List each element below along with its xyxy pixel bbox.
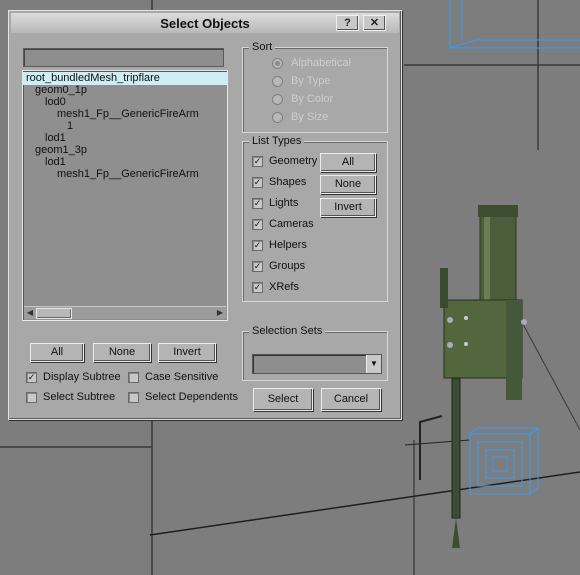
cancel-button[interactable]: Cancel (321, 388, 381, 411)
checkbox-box[interactable]: ✓ (26, 372, 37, 383)
checkbox-label: Select Subtree (43, 391, 116, 403)
radio-button[interactable] (272, 94, 283, 105)
list-invert-button[interactable]: Invert (158, 343, 216, 362)
model-bolt (464, 316, 468, 320)
checkbox-box[interactable]: ✓ (252, 198, 263, 209)
list-type-label: Helpers (269, 239, 307, 251)
sort-option-radio[interactable]: Alphabetical (272, 56, 351, 71)
list-type-checkbox[interactable]: ✓ Groups (252, 259, 305, 274)
model-bolt (521, 319, 527, 325)
helper-cube (469, 427, 539, 495)
case-sensitive-checkbox[interactable]: Case Sensitive (128, 370, 218, 385)
list-type-label: Shapes (269, 176, 307, 188)
list-type-label: Geometry (269, 155, 318, 167)
scroll-left-arrow-icon[interactable]: ◀ (25, 308, 35, 318)
list-type-label: XRefs (269, 281, 299, 293)
sort-option-label: By Color (291, 93, 334, 105)
radio-button[interactable] (272, 112, 283, 123)
list-type-label: Lights (269, 197, 299, 209)
close-button[interactable]: ✕ (363, 15, 386, 31)
tripflare-model (419, 205, 527, 548)
list-all-button[interactable]: All (30, 343, 84, 362)
checkbox-label: Case Sensitive (145, 371, 219, 383)
types-none-button[interactable]: None (320, 175, 376, 194)
select-objects-dialog: Select Objects ? ✕ root_bundledMesh_trip… (8, 10, 402, 420)
search-input[interactable] (23, 48, 224, 67)
select-subtree-checkbox[interactable]: Select Subtree (26, 390, 115, 405)
select-dependents-checkbox[interactable]: Select Dependents (128, 390, 238, 405)
object-tree-list[interactable]: root_bundledMesh_tripflare geom0_1p lod0 me… (22, 70, 228, 321)
list-types-group: List Types ✓ Geometry ✓ Shapes ✓ Lights ✓ Camer… (242, 135, 388, 302)
radio-button[interactable] (272, 76, 283, 87)
checkbox-box[interactable] (128, 372, 139, 383)
horizontal-scrollbar[interactable]: ◀ ▶ (24, 306, 226, 319)
model-side (506, 300, 522, 400)
help-button[interactable]: ? (336, 15, 359, 31)
list-none-button[interactable]: None (93, 343, 151, 362)
model-bolt (464, 342, 468, 346)
chevron-down-icon[interactable]: ▼ (366, 355, 381, 373)
list-type-label: Groups (269, 260, 306, 272)
checkbox-box[interactable]: ✓ (252, 240, 263, 251)
scroll-thumb[interactable] (36, 308, 72, 319)
list-type-checkbox[interactable]: ✓ Cameras (252, 217, 314, 232)
model-bolt (447, 342, 453, 348)
sort-option-radio[interactable]: By Type (272, 74, 331, 89)
checkbox-box[interactable]: ✓ (252, 282, 263, 293)
sort-option-radio[interactable]: By Size (272, 110, 328, 125)
selection-sets-label: Selection Sets (249, 325, 326, 337)
checkbox-box[interactable]: ✓ (252, 219, 263, 230)
types-invert-button[interactable]: Invert (320, 198, 376, 217)
model-clip (440, 268, 448, 308)
model-cap (478, 205, 518, 217)
list-type-label: Cameras (269, 218, 314, 230)
select-button[interactable]: Select (253, 388, 313, 411)
sort-option-label: Alphabetical (291, 57, 351, 69)
helper-box-wire (449, 0, 580, 49)
checkbox-label: Display Subtree (43, 371, 121, 383)
model-wire (419, 415, 443, 480)
sort-option-label: By Type (291, 75, 331, 87)
sort-option-label: By Size (291, 111, 329, 123)
selection-sets-dropdown[interactable]: ▼ (252, 354, 382, 374)
grid-line (149, 471, 580, 536)
sort-option-radio[interactable]: By Color (272, 92, 333, 107)
sort-group: Sort Alphabetical By Type By Color By Size (242, 41, 388, 133)
tree-item[interactable]: mesh1_Fp__GenericFireArm (23, 168, 199, 181)
types-all-button[interactable]: All (320, 153, 376, 172)
radio-button[interactable] (272, 58, 283, 69)
list-type-checkbox[interactable]: ✓ Geometry (252, 154, 317, 169)
dialog-titlebar[interactable]: Select Objects ? ✕ (11, 13, 399, 33)
list-type-checkbox[interactable]: ✓ Helpers (252, 238, 307, 253)
checkbox-box[interactable]: ✓ (252, 177, 263, 188)
sort-group-label: Sort (249, 41, 276, 53)
model-bolt (447, 317, 453, 323)
model-spike (451, 377, 461, 519)
list-type-checkbox[interactable]: ✓ Lights (252, 196, 298, 211)
checkbox-box[interactable] (26, 392, 37, 403)
model-spike-tip (452, 518, 460, 548)
list-type-checkbox[interactable]: ✓ XRefs (252, 280, 299, 295)
display-subtree-checkbox[interactable]: ✓ Display Subtree (26, 370, 121, 385)
list-type-checkbox[interactable]: ✓ Shapes (252, 175, 306, 190)
scroll-right-arrow-icon[interactable]: ▶ (215, 308, 225, 318)
checkbox-box[interactable] (128, 392, 139, 403)
checkbox-label: Select Dependents (145, 391, 238, 403)
checkbox-box[interactable]: ✓ (252, 261, 263, 272)
list-types-group-label: List Types (249, 135, 305, 147)
checkbox-box[interactable]: ✓ (252, 156, 263, 167)
